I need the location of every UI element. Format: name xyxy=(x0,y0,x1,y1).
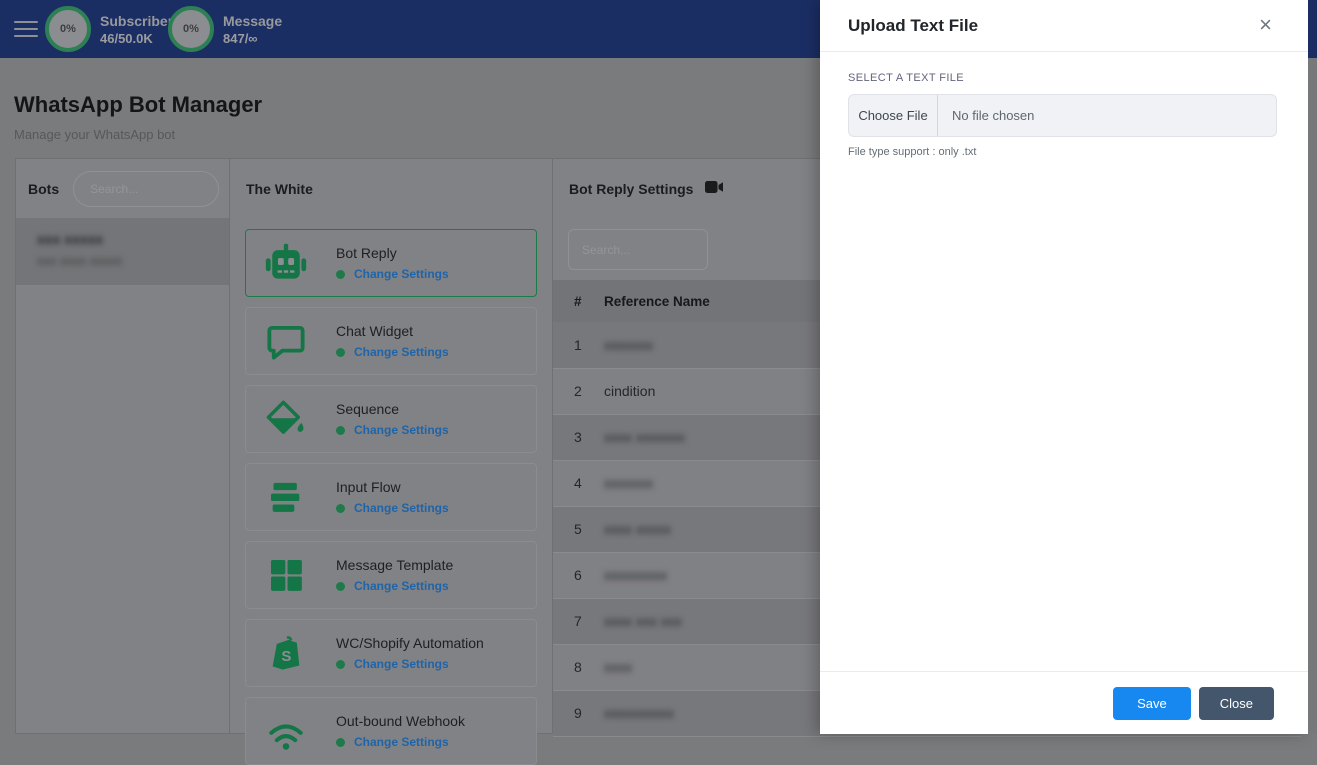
shopify-bag-icon: S xyxy=(263,630,309,676)
bots-header: Bots xyxy=(28,180,60,197)
webhook-signal-icon xyxy=(263,708,309,754)
row-num: 5 xyxy=(553,506,599,553)
choose-file-button[interactable]: Choose File xyxy=(849,95,938,136)
status-dot xyxy=(336,581,345,591)
chat-bubble-icon xyxy=(263,318,309,364)
list-bars-icon xyxy=(263,474,309,520)
row-name-redacted: xxxxxxxxxx xyxy=(604,705,674,721)
column-header-num: # xyxy=(553,280,599,322)
status-dot xyxy=(336,347,345,357)
row-num: 1 xyxy=(553,322,599,369)
change-settings-link[interactable]: Change Settings xyxy=(354,735,449,749)
bot-phone-redacted: xxx xxxx xxxxx xyxy=(37,253,123,268)
video-camera-icon[interactable] xyxy=(705,180,724,199)
row-num: 7 xyxy=(553,598,599,645)
row-name-redacted: xxxx xxxxx xyxy=(604,521,671,537)
row-num: 3 xyxy=(553,414,599,461)
row-num: 8 xyxy=(553,644,599,691)
card-message-template[interactable]: Message Template Change Settings xyxy=(245,541,537,609)
card-title: Sequence xyxy=(336,401,400,417)
row-name-redacted: xxxx xxx xxx xyxy=(604,613,682,629)
change-settings-link[interactable]: Change Settings xyxy=(354,501,449,515)
card-title: Message Template xyxy=(336,557,454,573)
hamburger-menu-icon[interactable] xyxy=(14,21,38,37)
row-name-redacted: xxxx xxxxxxx xyxy=(604,429,685,445)
row-name-redacted: xxxxxxx xyxy=(604,336,653,353)
card-shopify-automation[interactable]: S WC/Shopify Automation Change Settings xyxy=(245,619,537,687)
subscriber-progress-ring: 0% xyxy=(45,6,91,52)
bot-name-redacted: xxx xxxxx xyxy=(37,231,104,247)
page-subtitle: Manage your WhatsApp bot xyxy=(14,127,176,142)
scrollbar-track-top xyxy=(1308,0,1317,58)
row-name-redacted: xxxxxxx xyxy=(604,475,653,491)
change-settings-link[interactable]: Change Settings xyxy=(354,423,449,437)
bots-search-input[interactable] xyxy=(73,170,220,207)
svg-text:S: S xyxy=(281,648,291,665)
save-button[interactable]: Save xyxy=(1113,686,1191,720)
robot-icon xyxy=(263,240,309,286)
change-settings-link[interactable]: Change Settings xyxy=(354,345,449,359)
status-dot xyxy=(336,503,345,513)
file-field-label: SELECT A TEXT FILE xyxy=(848,72,965,84)
selected-bot-header: The White xyxy=(246,181,313,197)
row-name-redacted: xxxx xyxy=(604,659,632,675)
card-title: Bot Reply xyxy=(336,245,397,261)
scrollbar-thumb[interactable] xyxy=(1308,58,1317,734)
modal-close-button[interactable]: Close xyxy=(1198,686,1274,720)
file-input[interactable]: Choose File No file chosen xyxy=(848,94,1277,137)
card-input-flow[interactable]: Input Flow Change Settings xyxy=(245,463,537,531)
card-bot-reply[interactable]: Bot Reply Change Settings xyxy=(245,229,537,297)
change-settings-link[interactable]: Change Settings xyxy=(354,267,449,281)
close-icon[interactable]: × xyxy=(1259,14,1272,36)
card-chat-widget[interactable]: Chat Widget Change Settings xyxy=(245,307,537,375)
row-num: 2 xyxy=(553,368,599,415)
message-progress-ring: 0% xyxy=(168,6,214,52)
paint-bucket-icon xyxy=(263,396,309,442)
row-num: 6 xyxy=(553,552,599,599)
card-sequence[interactable]: Sequence Change Settings xyxy=(245,385,537,453)
row-name: cindition xyxy=(604,383,656,399)
card-title: Input Flow xyxy=(336,479,401,495)
subscriber-stat: 0% Subscriber 46/50.0K xyxy=(45,6,173,52)
features-column: The White Bot Reply Change Settings Chat… xyxy=(230,159,553,765)
reference-search-input[interactable] xyxy=(568,229,708,270)
subscriber-label: Subscriber xyxy=(100,12,174,29)
page-title: WhatsApp Bot Manager xyxy=(14,92,263,117)
message-stat: 0% Message 847/∞ xyxy=(168,6,282,52)
subscriber-value: 46/50.0K xyxy=(100,30,153,46)
message-value: 847/∞ xyxy=(223,30,258,46)
card-title: Chat Widget xyxy=(336,323,414,339)
message-label: Message xyxy=(223,12,283,29)
status-dot xyxy=(336,737,345,747)
card-title: WC/Shopify Automation xyxy=(336,635,484,651)
modal-title: Upload Text File xyxy=(848,15,979,35)
file-chosen-status: No file chosen xyxy=(952,108,1035,123)
row-num: 4 xyxy=(553,460,599,507)
bots-column: Bots xxx xxxxx xxx xxxx xxxxx xyxy=(16,159,230,733)
file-type-helper: File type support : only .txt xyxy=(848,146,977,158)
row-num: 9 xyxy=(553,690,599,737)
bot-list-item[interactable]: xxx xxxxx xxx xxxx xxxxx xyxy=(16,219,229,285)
status-dot xyxy=(336,425,345,435)
change-settings-link[interactable]: Change Settings xyxy=(354,657,449,671)
page-scrollbar[interactable] xyxy=(1308,0,1317,734)
grid-icon xyxy=(263,552,309,598)
card-outbound-webhook[interactable]: Out-bound Webhook Change Settings xyxy=(245,697,537,765)
upload-text-file-modal: Upload Text File × SELECT A TEXT FILE Ch… xyxy=(820,0,1308,734)
settings-header: Bot Reply Settings xyxy=(569,181,694,197)
card-title: Out-bound Webhook xyxy=(336,713,465,729)
status-dot xyxy=(336,269,345,279)
row-name-redacted: xxxxxxxxx xyxy=(604,567,667,583)
change-settings-link[interactable]: Change Settings xyxy=(354,579,449,593)
status-dot xyxy=(336,659,345,669)
